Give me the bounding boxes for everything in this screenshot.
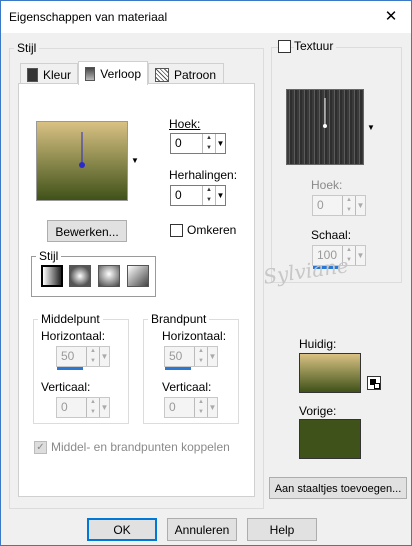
brandpunt-horizontaal-level (165, 367, 191, 370)
omkeren-checkbox[interactable] (170, 224, 183, 237)
brandpunt-verticaal-label: Verticaal: (162, 380, 212, 394)
texture-direction-marker (323, 98, 327, 128)
annuleren-button[interactable]: Annuleren (167, 518, 237, 541)
middelpunt-horizontaal-label: Horizontaal: (41, 329, 106, 343)
gradient-dropdown-icon[interactable]: ▼ (131, 156, 139, 165)
gradient-preview[interactable] (36, 121, 128, 201)
middelpunt-verticaal-stepper[interactable]: 0 ▲ ▼ ▼ (56, 397, 110, 418)
linear-style-icon[interactable] (41, 265, 63, 287)
herhalingen-stepper[interactable]: 0 ▲ ▼ ▼ (170, 185, 226, 206)
middelpunt-horizontaal-stepper[interactable]: 50 ▲ ▼ ▼ (56, 346, 110, 367)
tab-kleur-label: Kleur (42, 67, 71, 82)
vorige-label: Vorige: (299, 404, 337, 418)
brandpunt-h-up-icon[interactable]: ▲ (195, 347, 207, 357)
middelpunt-h-up-icon[interactable]: ▲ (87, 347, 99, 357)
middelpunt-legend: Middelpunt (41, 312, 100, 326)
tab-patroon[interactable]: Patroon (148, 63, 224, 85)
vorige-swatch[interactable] (299, 419, 361, 459)
brandpunt-h-down-icon[interactable]: ▼ (195, 357, 207, 367)
hoek-dropdown-icon[interactable]: ▼ (215, 134, 225, 153)
textuur-hoek-value[interactable]: 0 (313, 196, 342, 215)
textuur-label[interactable]: Textuur (294, 39, 337, 53)
hoek-down-icon[interactable]: ▼ (203, 144, 215, 154)
herhalingen-value[interactable]: 0 (171, 186, 202, 205)
ok-button[interactable]: OK (87, 518, 157, 541)
textuur-schaal-label: Schaal: (311, 228, 352, 242)
tab-kleur[interactable]: Kleur (20, 63, 78, 85)
texture-preview[interactable] (286, 89, 364, 165)
help-button[interactable]: Help (247, 518, 317, 541)
close-icon[interactable]: ✕ (381, 7, 401, 27)
hoek-up-icon[interactable]: ▲ (203, 134, 215, 144)
textuur-hoek-dropdown-icon[interactable]: ▼ (355, 196, 365, 215)
textuur-schaal-dropdown-icon[interactable]: ▼ (355, 246, 365, 265)
window-title: Eigenschappen van materiaal (9, 10, 168, 24)
brandpunt-v-dropdown-icon[interactable]: ▼ (207, 398, 217, 417)
brandpunt-horizontaal-label: Horizontaal: (162, 329, 227, 343)
middelpunt-horizontaal-level (57, 367, 83, 370)
gradient-direction-marker[interactable] (37, 122, 129, 202)
koppelen-label[interactable]: Middel- en brandpunten koppelen (51, 440, 230, 454)
rectangular-style-icon[interactable] (69, 265, 91, 287)
gradient-tab-icon (85, 66, 96, 81)
bewerken-button[interactable]: Bewerken... (47, 220, 127, 242)
tab-verloop-label: Verloop (100, 66, 141, 81)
color-tab-icon (27, 67, 38, 82)
texture-dropdown-icon[interactable]: ▼ (367, 123, 375, 132)
middelpunt-v-down-icon[interactable]: ▼ (87, 408, 99, 418)
huidig-swatch (299, 353, 361, 393)
stijl-style-box-legend: Stijl (39, 249, 59, 263)
textuur-hoek-stepper[interactable]: 0 ▲ ▼ ▼ (312, 195, 366, 216)
brandpunt-v-up-icon[interactable]: ▲ (195, 398, 207, 408)
middelpunt-h-down-icon[interactable]: ▼ (87, 357, 99, 367)
middelpunt-h-dropdown-icon[interactable]: ▼ (99, 347, 109, 366)
textuur-checkbox[interactable] (278, 40, 291, 53)
herhalingen-dropdown-icon[interactable]: ▼ (215, 186, 225, 205)
koppelen-checkbox[interactable]: ✓ (34, 441, 47, 454)
textuur-hoek-up-icon[interactable]: ▲ (343, 196, 355, 206)
tab-patroon-label: Patroon (174, 67, 217, 82)
sunburst-style-icon[interactable] (98, 265, 120, 287)
radial-style-icon[interactable] (127, 265, 149, 287)
brandpunt-horizontaal-value[interactable]: 50 (165, 347, 194, 366)
stijl-group-legend: Stijl (17, 41, 37, 55)
brandpunt-verticaal-value[interactable]: 0 (165, 398, 194, 417)
textuur-hoek-label: Hoek: (311, 178, 343, 192)
herhalingen-label: Herhalingen: (169, 168, 238, 182)
hoek-value[interactable]: 0 (171, 134, 202, 153)
title-bar: Eigenschappen van materiaal ✕ (1, 1, 411, 33)
omkeren-label[interactable]: Omkeren (187, 223, 236, 237)
huidig-label: Huidig: (299, 337, 337, 351)
add-to-swatches-button[interactable]: Aan staaltjes toevoegen... (269, 477, 407, 499)
hoek-stepper[interactable]: 0 ▲ ▼ ▼ (170, 133, 226, 154)
brandpunt-horizontaal-stepper[interactable]: 50 ▲ ▼ ▼ (164, 346, 218, 367)
middelpunt-v-dropdown-icon[interactable]: ▼ (99, 398, 109, 417)
brandpunt-v-down-icon[interactable]: ▼ (195, 408, 207, 418)
middelpunt-verticaal-value[interactable]: 0 (57, 398, 86, 417)
hoek-label: Hoek: (169, 117, 201, 131)
herhalingen-up-icon[interactable]: ▲ (203, 186, 215, 196)
tab-verloop[interactable]: Verloop (78, 61, 148, 85)
brandpunt-h-dropdown-icon[interactable]: ▼ (207, 347, 217, 366)
brandpunt-verticaal-stepper[interactable]: 0 ▲ ▼ ▼ (164, 397, 218, 418)
pattern-tab-icon (155, 67, 169, 82)
herhalingen-down-icon[interactable]: ▼ (203, 196, 215, 206)
textuur-hoek-down-icon[interactable]: ▼ (343, 206, 355, 216)
material-properties-dialog: Eigenschappen van materiaal ✕ Stijl Kleu… (0, 0, 412, 546)
middelpunt-horizontaal-value[interactable]: 50 (57, 347, 86, 366)
verloop-panel: ▼ Hoek: 0 ▲ ▼ ▼ Herhalingen: 0 ▲ ▼ ▼ Bewer… (18, 83, 255, 497)
swap-swatch-icon[interactable] (367, 376, 381, 390)
brandpunt-legend: Brandpunt (151, 312, 207, 326)
middelpunt-v-up-icon[interactable]: ▲ (87, 398, 99, 408)
middelpunt-verticaal-label: Verticaal: (41, 380, 91, 394)
